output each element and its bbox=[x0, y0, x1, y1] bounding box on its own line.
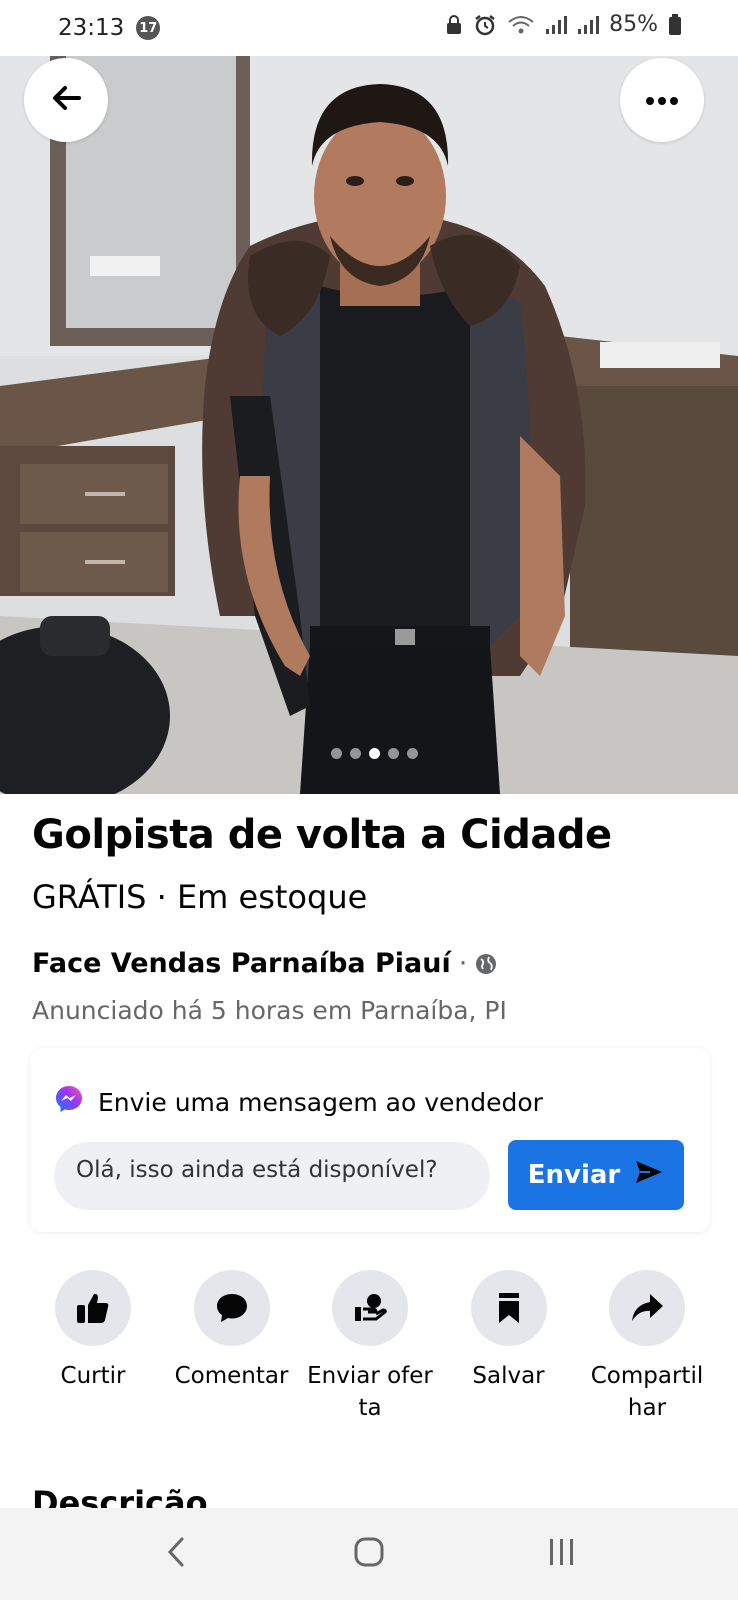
system-nav-bar bbox=[0, 1508, 738, 1600]
listing-photo-image bbox=[0, 56, 738, 794]
back-button[interactable] bbox=[24, 58, 108, 142]
system-recents-button[interactable] bbox=[522, 1524, 602, 1584]
arrow-left-icon bbox=[51, 85, 81, 115]
share-action[interactable]: Compartilhar bbox=[584, 1270, 710, 1424]
home-icon bbox=[353, 1536, 385, 1572]
more-horizontal-icon bbox=[645, 91, 679, 110]
offer-icon bbox=[332, 1270, 408, 1346]
chevron-left-icon bbox=[166, 1536, 186, 1572]
message-seller-header: Envie uma mensagem ao vendedor bbox=[54, 1084, 543, 1120]
seller-separator: · bbox=[458, 948, 468, 979]
wifi-icon bbox=[507, 15, 535, 35]
message-seller-card: Envie uma mensagem ao vendedor Olá, isso… bbox=[30, 1048, 710, 1232]
send-icon bbox=[634, 1159, 664, 1192]
send-button-label: Enviar bbox=[527, 1160, 621, 1190]
carousel-dot bbox=[368, 748, 380, 759]
description-heading: Descrição bbox=[32, 1484, 208, 1508]
listing-title: Golpista de volta a Cidade bbox=[32, 812, 612, 858]
carousel-dot bbox=[330, 748, 342, 759]
comment-action[interactable]: Comentar bbox=[169, 1270, 295, 1424]
comment-icon bbox=[193, 1270, 270, 1346]
carousel-dot bbox=[349, 748, 361, 759]
notification-count-badge: 17 bbox=[136, 16, 161, 40]
like-label: Curtir bbox=[60, 1363, 126, 1389]
save-label: Salvar bbox=[472, 1363, 545, 1389]
carousel-dot bbox=[406, 748, 418, 759]
share-label: Compartilhar bbox=[590, 1363, 704, 1421]
send-message-button[interactable]: Enviar bbox=[508, 1140, 684, 1210]
posted-time-location: Anunciado há 5 horas em Parnaíba, PI bbox=[32, 996, 507, 1025]
more-options-button[interactable] bbox=[620, 58, 704, 142]
bookmark-icon bbox=[470, 1270, 547, 1346]
listing-photo[interactable] bbox=[0, 56, 738, 794]
status-icons: 85% bbox=[445, 12, 682, 37]
alarm-icon bbox=[473, 14, 497, 36]
send-offer-action[interactable]: Enviar oferta bbox=[307, 1270, 433, 1424]
listing-actions: Curtir Comentar Enviar oferta Salvar Com… bbox=[30, 1270, 710, 1424]
system-back-button[interactable] bbox=[136, 1524, 216, 1584]
recents-icon bbox=[547, 1537, 577, 1571]
carousel-dot bbox=[387, 748, 399, 759]
seller-group-link[interactable]: Face Vendas Parnaíba Piauí bbox=[32, 948, 451, 979]
listing-price-availability: GRÁTIS · Em estoque bbox=[32, 878, 368, 916]
status-bar: 23:13 17 85% bbox=[0, 0, 738, 56]
like-action[interactable]: Curtir bbox=[30, 1270, 156, 1424]
comment-label: Comentar bbox=[174, 1363, 289, 1389]
send-offer-label: Enviar oferta bbox=[307, 1363, 433, 1421]
seller-group-row: Face Vendas Parnaíba Piauí · bbox=[32, 948, 497, 979]
status-time: 23:13 bbox=[58, 15, 125, 41]
share-icon bbox=[609, 1270, 685, 1346]
system-home-button[interactable] bbox=[329, 1524, 409, 1584]
globe-icon bbox=[475, 953, 497, 975]
messenger-icon bbox=[54, 1084, 84, 1120]
signal-icon bbox=[545, 15, 568, 35]
signal-icon-2 bbox=[577, 15, 600, 35]
save-action[interactable]: Salvar bbox=[446, 1270, 572, 1424]
message-seller-label: Envie uma mensagem ao vendedor bbox=[98, 1087, 543, 1117]
battery-icon bbox=[668, 13, 682, 36]
carousel-indicator bbox=[0, 748, 738, 759]
message-input[interactable]: Olá, isso ainda está disponível? bbox=[54, 1142, 490, 1210]
thumbs-up-icon bbox=[55, 1270, 131, 1346]
lock-icon bbox=[445, 14, 463, 35]
battery-level: 85% bbox=[609, 12, 658, 37]
